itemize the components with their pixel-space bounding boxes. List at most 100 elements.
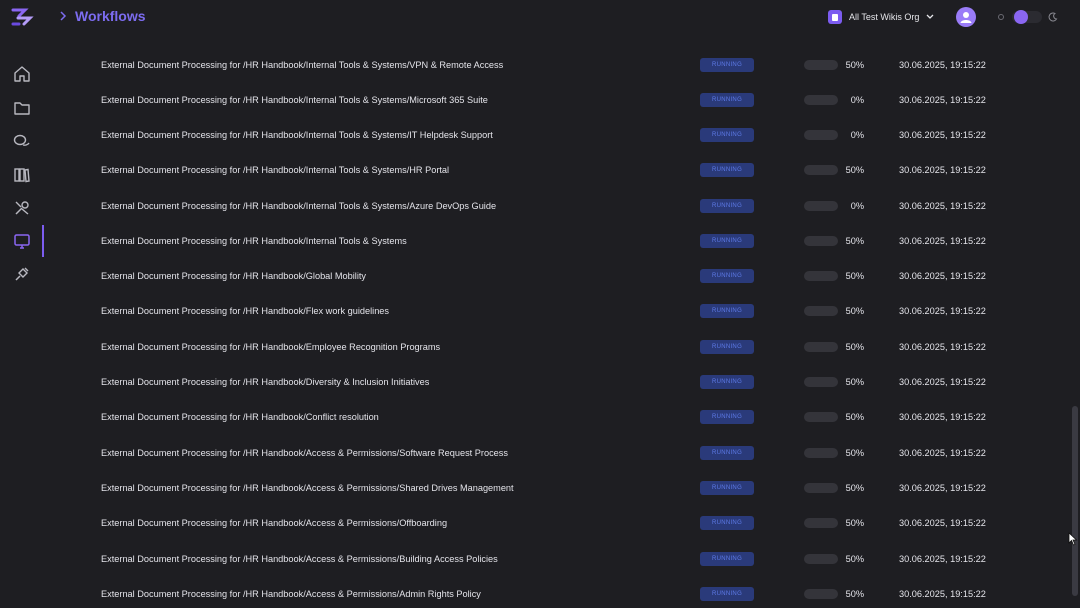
progress-percent: 50%	[845, 482, 864, 493]
sidebar-item-files[interactable]	[8, 96, 36, 120]
workflow-name: External Document Processing for /HR Han…	[101, 235, 407, 246]
table-row[interactable]: External Document Processing for /HR Han…	[44, 435, 1044, 470]
sidebar-item-tools[interactable]	[8, 196, 36, 220]
table-row[interactable]: External Document Processing for /HR Han…	[44, 505, 1044, 540]
progress-bar	[804, 305, 838, 316]
progress-bar	[804, 588, 838, 599]
progress-percent: 50%	[845, 517, 864, 528]
theme-switch[interactable]	[1012, 10, 1042, 24]
progress-bar	[804, 553, 838, 564]
progress-percent: 50%	[845, 411, 864, 422]
status-badge: RUNNING	[700, 374, 754, 389]
progress-bar	[804, 200, 838, 211]
table-row[interactable]: External Document Processing for /HR Han…	[44, 223, 1044, 258]
vertical-scrollbar[interactable]	[1070, 34, 1080, 608]
workflow-name: External Document Processing for /HR Han…	[101, 482, 514, 493]
sidebar-item-integrations[interactable]	[8, 262, 36, 286]
progress-percent: 0%	[850, 200, 864, 211]
sidebar-item-home[interactable]	[8, 62, 36, 86]
workflow-date: 30.06.2025, 19:15:22	[899, 482, 986, 493]
theme-toggle[interactable]	[996, 9, 1070, 25]
workflow-date: 30.06.2025, 19:15:22	[899, 376, 986, 387]
workflow-date: 30.06.2025, 19:15:22	[899, 164, 986, 175]
chevron-down-icon	[926, 14, 934, 19]
integrations-icon	[15, 267, 29, 281]
status-badge: RUNNING	[700, 480, 754, 495]
sidebar	[0, 34, 44, 608]
workflow-date: 30.06.2025, 19:15:22	[899, 270, 986, 281]
sidebar-item-library[interactable]	[8, 163, 36, 187]
status-badge: RUNNING	[700, 162, 754, 177]
status-badge: RUNNING	[700, 198, 754, 213]
moon-icon	[1048, 12, 1058, 22]
workflow-date: 30.06.2025, 19:15:22	[899, 59, 986, 70]
workflow-date: 30.06.2025, 19:15:22	[899, 517, 986, 528]
workflow-name: External Document Processing for /HR Han…	[101, 411, 379, 422]
status-badge: RUNNING	[700, 268, 754, 283]
breadcrumb-chevron-icon	[60, 11, 67, 21]
workflow-name: External Document Processing for /HR Han…	[101, 59, 504, 70]
status-badge: RUNNING	[700, 339, 754, 354]
table-row[interactable]: External Document Processing for /HR Han…	[44, 576, 1044, 608]
workflow-date: 30.06.2025, 19:15:22	[899, 129, 986, 140]
workflow-name: External Document Processing for /HR Han…	[101, 588, 481, 599]
mouse-cursor-icon	[1068, 532, 1078, 546]
workflow-date: 30.06.2025, 19:15:22	[899, 553, 986, 564]
workflow-name: External Document Processing for /HR Han…	[101, 164, 450, 175]
progress-bar	[804, 270, 838, 281]
workflow-date: 30.06.2025, 19:15:22	[899, 341, 986, 352]
table-row[interactable]: External Document Processing for /HR Han…	[44, 152, 1044, 187]
status-badge: RUNNING	[700, 303, 754, 318]
table-row[interactable]: External Document Processing for /HR Han…	[44, 188, 1044, 223]
table-row[interactable]: External Document Processing for /HR Han…	[44, 329, 1044, 364]
progress-percent: 50%	[845, 376, 864, 387]
progress-bar	[804, 376, 838, 387]
sun-icon	[998, 14, 1004, 20]
progress-percent: 50%	[845, 447, 864, 458]
table-row[interactable]: External Document Processing for /HR Han…	[44, 399, 1044, 434]
workflow-name: External Document Processing for /HR Han…	[101, 270, 367, 281]
library-icon	[14, 168, 30, 183]
table-row[interactable]: External Document Processing for /HR Han…	[44, 82, 1044, 117]
chat-icon	[13, 134, 30, 146]
progress-percent: 50%	[845, 341, 864, 352]
sidebar-item-monitor[interactable]	[8, 229, 36, 253]
scrollbar-thumb[interactable]	[1072, 406, 1078, 596]
table-row[interactable]: External Document Processing for /HR Han…	[44, 470, 1044, 505]
progress-percent: 0%	[850, 94, 864, 105]
workflow-name: External Document Processing for /HR Han…	[101, 517, 448, 528]
theme-switch-knob	[1014, 10, 1028, 24]
workflow-date: 30.06.2025, 19:15:22	[899, 411, 986, 422]
progress-bar	[804, 411, 838, 422]
app-logo-icon[interactable]	[10, 6, 34, 28]
sidebar-item-chat[interactable]	[8, 130, 36, 154]
workflow-name: External Document Processing for /HR Han…	[101, 200, 497, 211]
status-badge: RUNNING	[700, 409, 754, 424]
top-header: Workflows All Test Wikis Org	[0, 0, 1080, 34]
progress-bar	[804, 517, 838, 528]
workflow-name: External Document Processing for /HR Han…	[101, 129, 493, 140]
workflow-date: 30.06.2025, 19:15:22	[899, 447, 986, 458]
org-selector[interactable]: All Test Wikis Org	[828, 8, 934, 26]
status-badge: RUNNING	[700, 515, 754, 530]
workflow-date: 30.06.2025, 19:15:22	[899, 94, 986, 105]
progress-bar	[804, 341, 838, 352]
table-row[interactable]: External Document Processing for /HR Han…	[44, 541, 1044, 576]
user-avatar[interactable]	[956, 7, 976, 27]
table-row[interactable]: External Document Processing for /HR Han…	[44, 293, 1044, 328]
workflow-name: External Document Processing for /HR Han…	[101, 447, 508, 458]
table-row[interactable]: External Document Processing for /HR Han…	[44, 364, 1044, 399]
table-row[interactable]: External Document Processing for /HR Han…	[44, 258, 1044, 293]
status-badge: RUNNING	[700, 233, 754, 248]
progress-bar	[804, 59, 838, 70]
org-icon	[828, 10, 842, 24]
workflows-app: Workflows All Test Wikis Org External Do…	[0, 0, 1080, 608]
progress-bar	[804, 164, 838, 175]
table-row[interactable]: External Document Processing for /HR Han…	[44, 117, 1044, 152]
workflow-date: 30.06.2025, 19:15:22	[899, 588, 986, 599]
status-badge: RUNNING	[700, 551, 754, 566]
progress-percent: 50%	[845, 270, 864, 281]
workflow-name: External Document Processing for /HR Han…	[101, 376, 430, 387]
home-icon	[14, 66, 30, 82]
table-row[interactable]: External Document Processing for /HR Han…	[44, 47, 1044, 82]
